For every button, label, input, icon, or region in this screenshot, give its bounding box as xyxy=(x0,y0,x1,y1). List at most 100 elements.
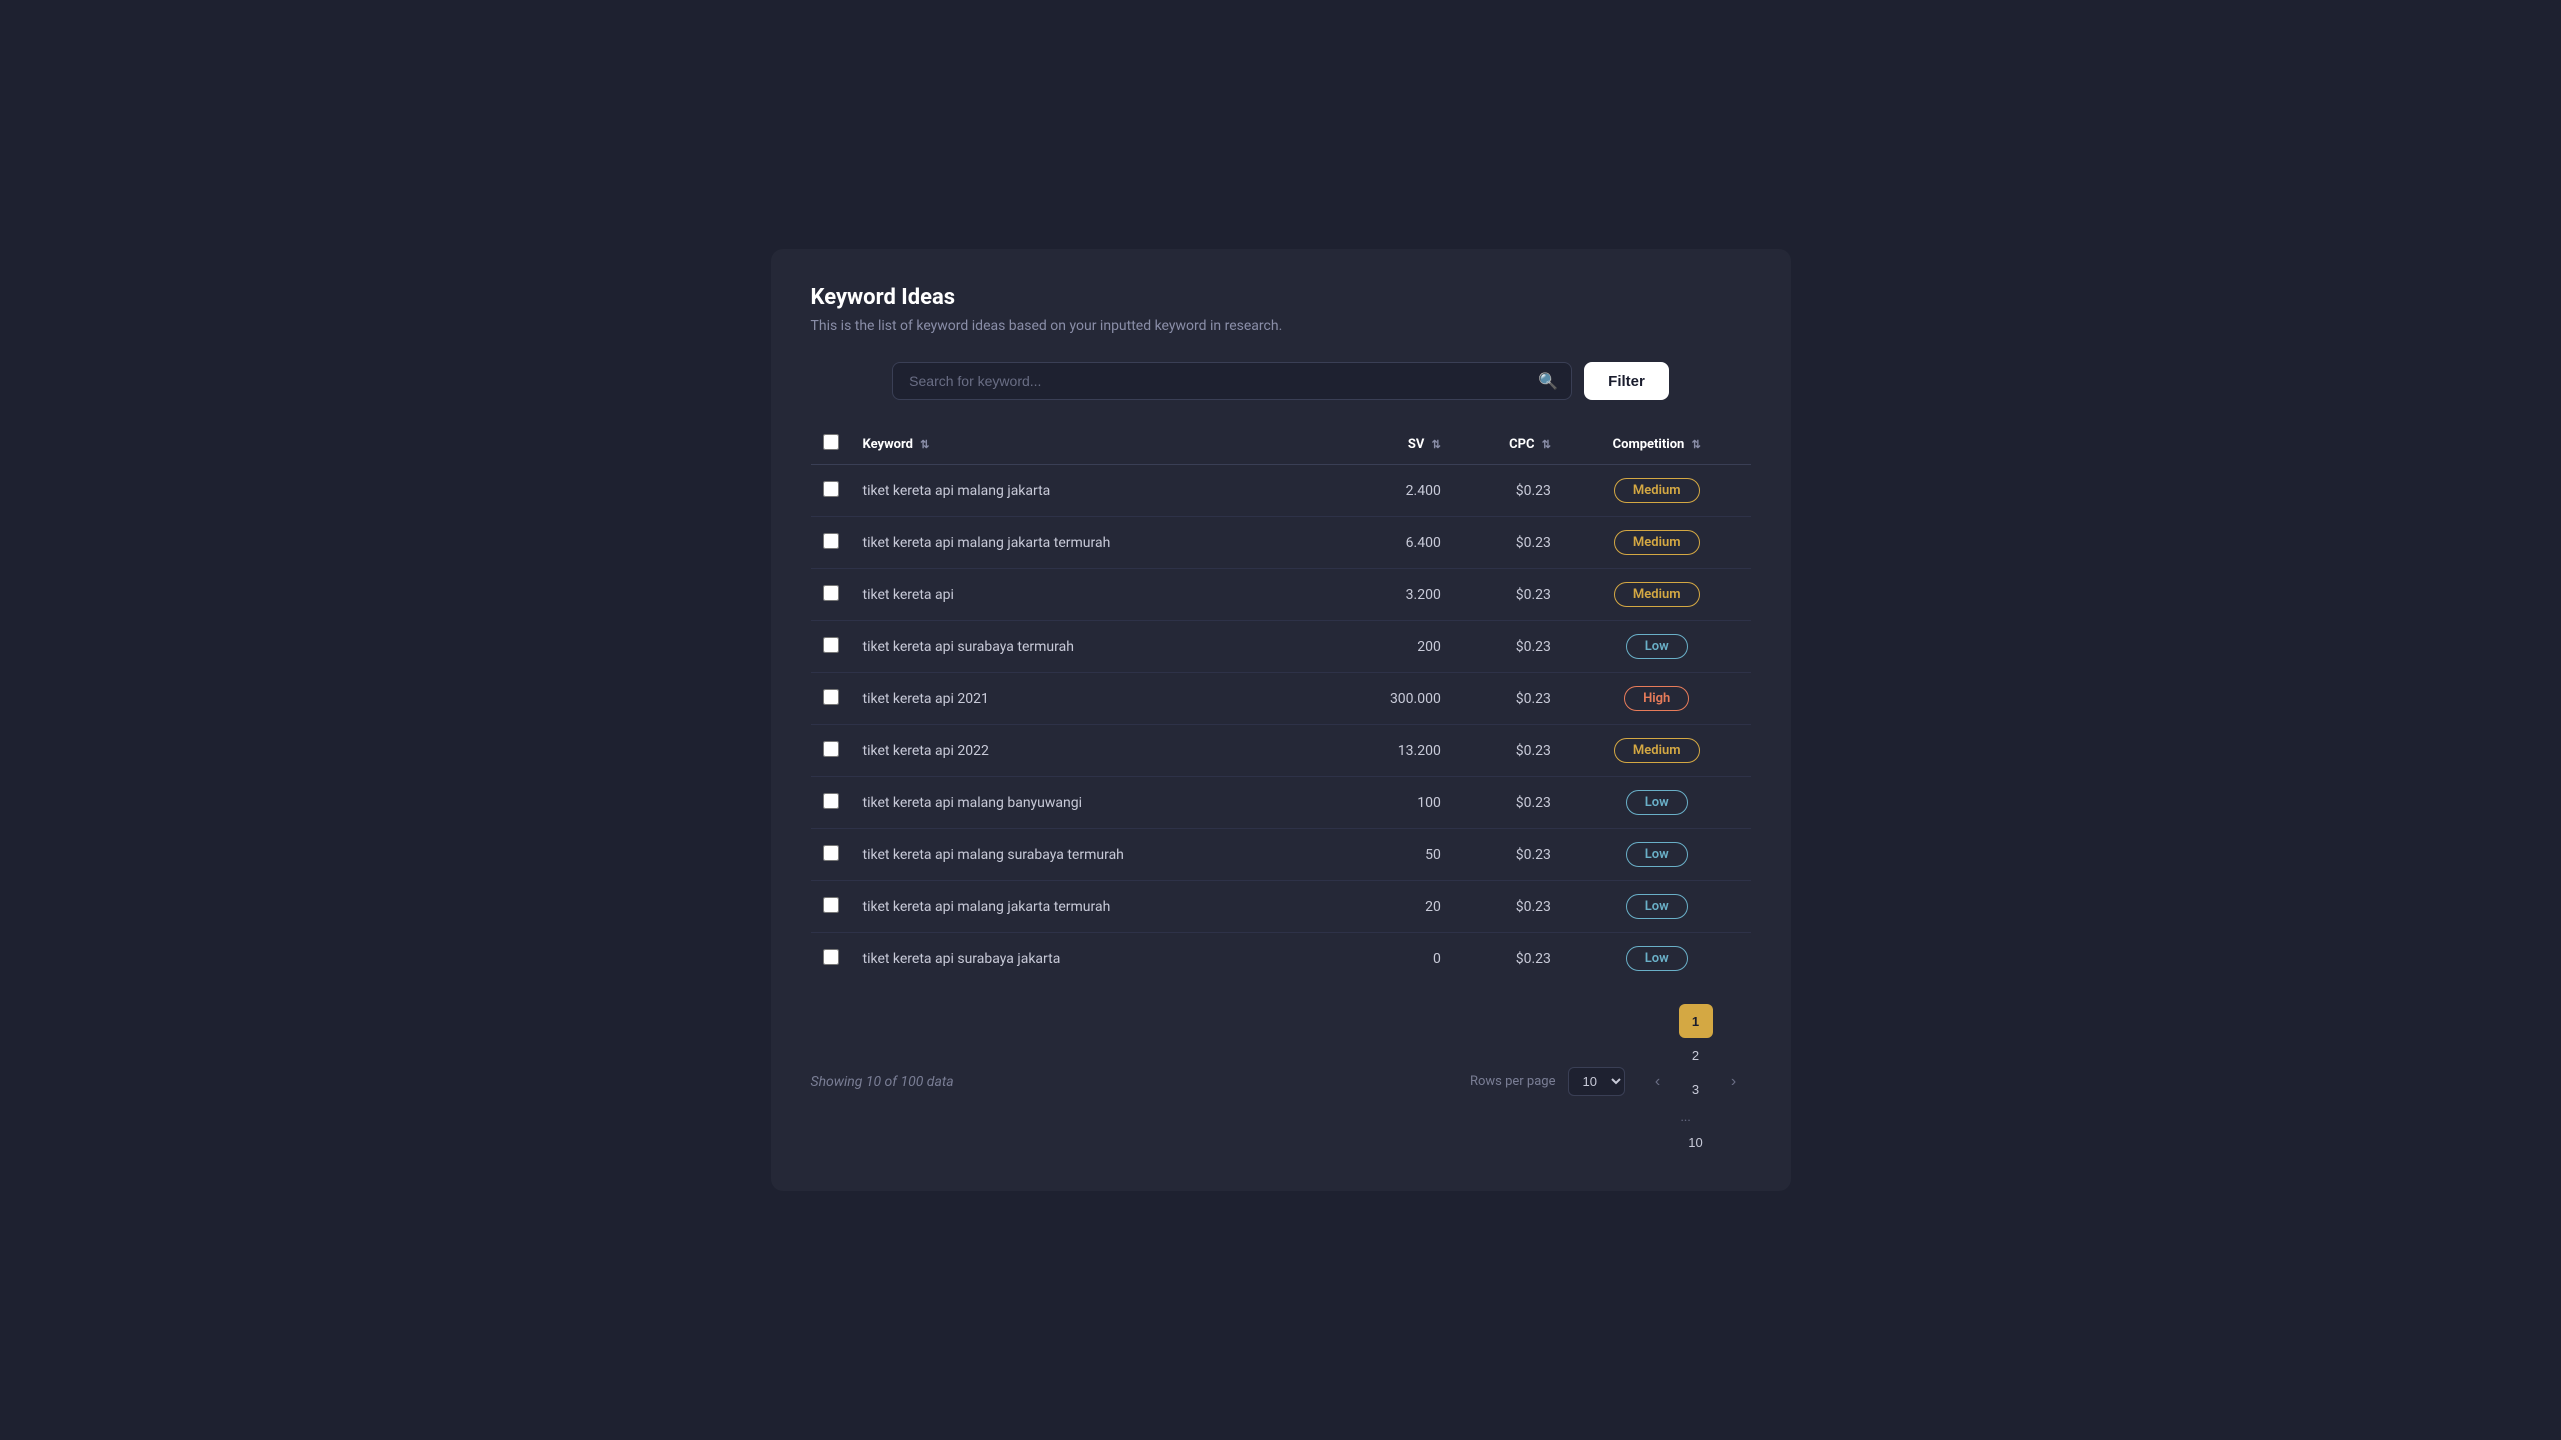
competition-badge: Low xyxy=(1626,894,1688,919)
row-competition: High xyxy=(1563,673,1751,725)
page-subtitle: This is the list of keyword ideas based … xyxy=(811,318,1751,334)
row-checkbox-0[interactable] xyxy=(823,481,839,497)
sort-cpc-icon[interactable]: ⇅ xyxy=(1542,438,1551,451)
search-wrapper: 🔍 xyxy=(892,362,1572,400)
row-keyword: tiket kereta api surabaya jakarta xyxy=(851,933,1328,985)
row-sv: 13.200 xyxy=(1328,725,1453,777)
rows-per-page-label: Rows per page xyxy=(1470,1074,1556,1089)
search-input[interactable] xyxy=(892,362,1572,400)
row-checkbox-9[interactable] xyxy=(823,949,839,965)
table-header-row: Keyword ⇅ SV ⇅ CPC ⇅ Competition ⇅ xyxy=(811,424,1751,465)
row-sv: 20 xyxy=(1328,881,1453,933)
keyword-ideas-card: Keyword Ideas This is the list of keywor… xyxy=(771,249,1791,1191)
row-checkbox-cell xyxy=(811,777,851,829)
row-checkbox-cell xyxy=(811,569,851,621)
prev-page-button[interactable]: ‹ xyxy=(1641,1065,1675,1099)
competition-badge: Medium xyxy=(1614,582,1700,607)
table-row: tiket kereta api 3.200 $0.23 Medium xyxy=(811,569,1751,621)
table-row: tiket kereta api surabaya termurah 200 $… xyxy=(811,621,1751,673)
next-page-button[interactable]: › xyxy=(1717,1065,1751,1099)
row-competition: Low xyxy=(1563,777,1751,829)
row-keyword: tiket kereta api malang jakarta termurah xyxy=(851,881,1328,933)
row-checkbox-5[interactable] xyxy=(823,741,839,757)
sort-sv-icon[interactable]: ⇅ xyxy=(1432,438,1441,451)
row-checkbox-cell xyxy=(811,621,851,673)
row-checkbox-8[interactable] xyxy=(823,897,839,913)
row-checkbox-cell xyxy=(811,673,851,725)
competition-badge: High xyxy=(1624,686,1689,711)
row-checkbox-cell xyxy=(811,725,851,777)
row-checkbox-2[interactable] xyxy=(823,585,839,601)
row-sv: 2.400 xyxy=(1328,465,1453,517)
table-body: tiket kereta api malang jakarta 2.400 $0… xyxy=(811,465,1751,985)
row-keyword: tiket kereta api malang surabaya termura… xyxy=(851,829,1328,881)
header-sv: SV ⇅ xyxy=(1328,424,1453,465)
row-checkbox-1[interactable] xyxy=(823,533,839,549)
showing-text: Showing 10 of 100 data xyxy=(811,1074,954,1090)
row-competition: Low xyxy=(1563,881,1751,933)
header-cpc: CPC ⇅ xyxy=(1453,424,1563,465)
competition-badge: Low xyxy=(1626,790,1688,815)
header-competition: Competition ⇅ xyxy=(1563,424,1751,465)
competition-badge: Medium xyxy=(1614,478,1700,503)
row-competition: Low xyxy=(1563,621,1751,673)
page-dots: ... xyxy=(1679,1110,1693,1125)
row-keyword: tiket kereta api malang jakarta termurah xyxy=(851,517,1328,569)
row-cpc: $0.23 xyxy=(1453,725,1563,777)
competition-badge: Low xyxy=(1626,634,1688,659)
toolbar: 🔍 Filter xyxy=(811,362,1751,400)
page-button-1[interactable]: 1 xyxy=(1679,1004,1713,1038)
rows-per-page-select[interactable]: 5102050 xyxy=(1568,1067,1625,1096)
row-keyword: tiket kereta api malang jakarta xyxy=(851,465,1328,517)
table-row: tiket kereta api malang jakarta termurah… xyxy=(811,881,1751,933)
row-keyword: tiket kereta api xyxy=(851,569,1328,621)
page-title: Keyword Ideas xyxy=(811,285,1751,310)
row-checkbox-cell xyxy=(811,465,851,517)
row-cpc: $0.23 xyxy=(1453,829,1563,881)
header-checkbox-cell xyxy=(811,424,851,465)
pagination-buttons: ‹ 123...10 › xyxy=(1641,1004,1751,1159)
row-checkbox-7[interactable] xyxy=(823,845,839,861)
row-checkbox-cell xyxy=(811,829,851,881)
row-sv: 0 xyxy=(1328,933,1453,985)
row-cpc: $0.23 xyxy=(1453,673,1563,725)
row-keyword: tiket kereta api 2022 xyxy=(851,725,1328,777)
row-checkbox-3[interactable] xyxy=(823,637,839,653)
page-button-10[interactable]: 10 xyxy=(1679,1125,1713,1159)
table-row: tiket kereta api 2022 13.200 $0.23 Mediu… xyxy=(811,725,1751,777)
competition-badge: Low xyxy=(1626,842,1688,867)
filter-button[interactable]: Filter xyxy=(1584,362,1669,400)
row-checkbox-cell xyxy=(811,933,851,985)
row-checkbox-cell xyxy=(811,517,851,569)
page-number-buttons: 123...10 xyxy=(1679,1004,1713,1159)
row-sv: 100 xyxy=(1328,777,1453,829)
row-cpc: $0.23 xyxy=(1453,621,1563,673)
row-checkbox-6[interactable] xyxy=(823,793,839,809)
row-cpc: $0.23 xyxy=(1453,569,1563,621)
row-sv: 3.200 xyxy=(1328,569,1453,621)
page-button-3[interactable]: 3 xyxy=(1679,1072,1713,1106)
row-checkbox-4[interactable] xyxy=(823,689,839,705)
header-keyword: Keyword ⇅ xyxy=(851,424,1328,465)
row-keyword: tiket kereta api surabaya termurah xyxy=(851,621,1328,673)
row-sv: 6.400 xyxy=(1328,517,1453,569)
table-footer: Showing 10 of 100 data Rows per page 510… xyxy=(811,1004,1751,1159)
competition-badge: Medium xyxy=(1614,530,1700,555)
row-competition: Medium xyxy=(1563,725,1751,777)
row-keyword: tiket kereta api 2021 xyxy=(851,673,1328,725)
select-all-checkbox[interactable] xyxy=(823,434,839,450)
sort-keyword-icon[interactable]: ⇅ xyxy=(920,438,929,451)
row-cpc: $0.23 xyxy=(1453,517,1563,569)
row-cpc: $0.23 xyxy=(1453,465,1563,517)
row-sv: 50 xyxy=(1328,829,1453,881)
row-cpc: $0.23 xyxy=(1453,933,1563,985)
row-sv: 200 xyxy=(1328,621,1453,673)
sort-competition-icon[interactable]: ⇅ xyxy=(1692,438,1701,451)
table-row: tiket kereta api malang surabaya termura… xyxy=(811,829,1751,881)
row-sv: 300.000 xyxy=(1328,673,1453,725)
page-button-2[interactable]: 2 xyxy=(1679,1038,1713,1072)
keyword-table: Keyword ⇅ SV ⇅ CPC ⇅ Competition ⇅ xyxy=(811,424,1751,984)
table-row: tiket kereta api surabaya jakarta 0 $0.2… xyxy=(811,933,1751,985)
row-cpc: $0.23 xyxy=(1453,777,1563,829)
pagination-area: Rows per page 5102050 ‹ 123...10 › xyxy=(1470,1004,1751,1159)
